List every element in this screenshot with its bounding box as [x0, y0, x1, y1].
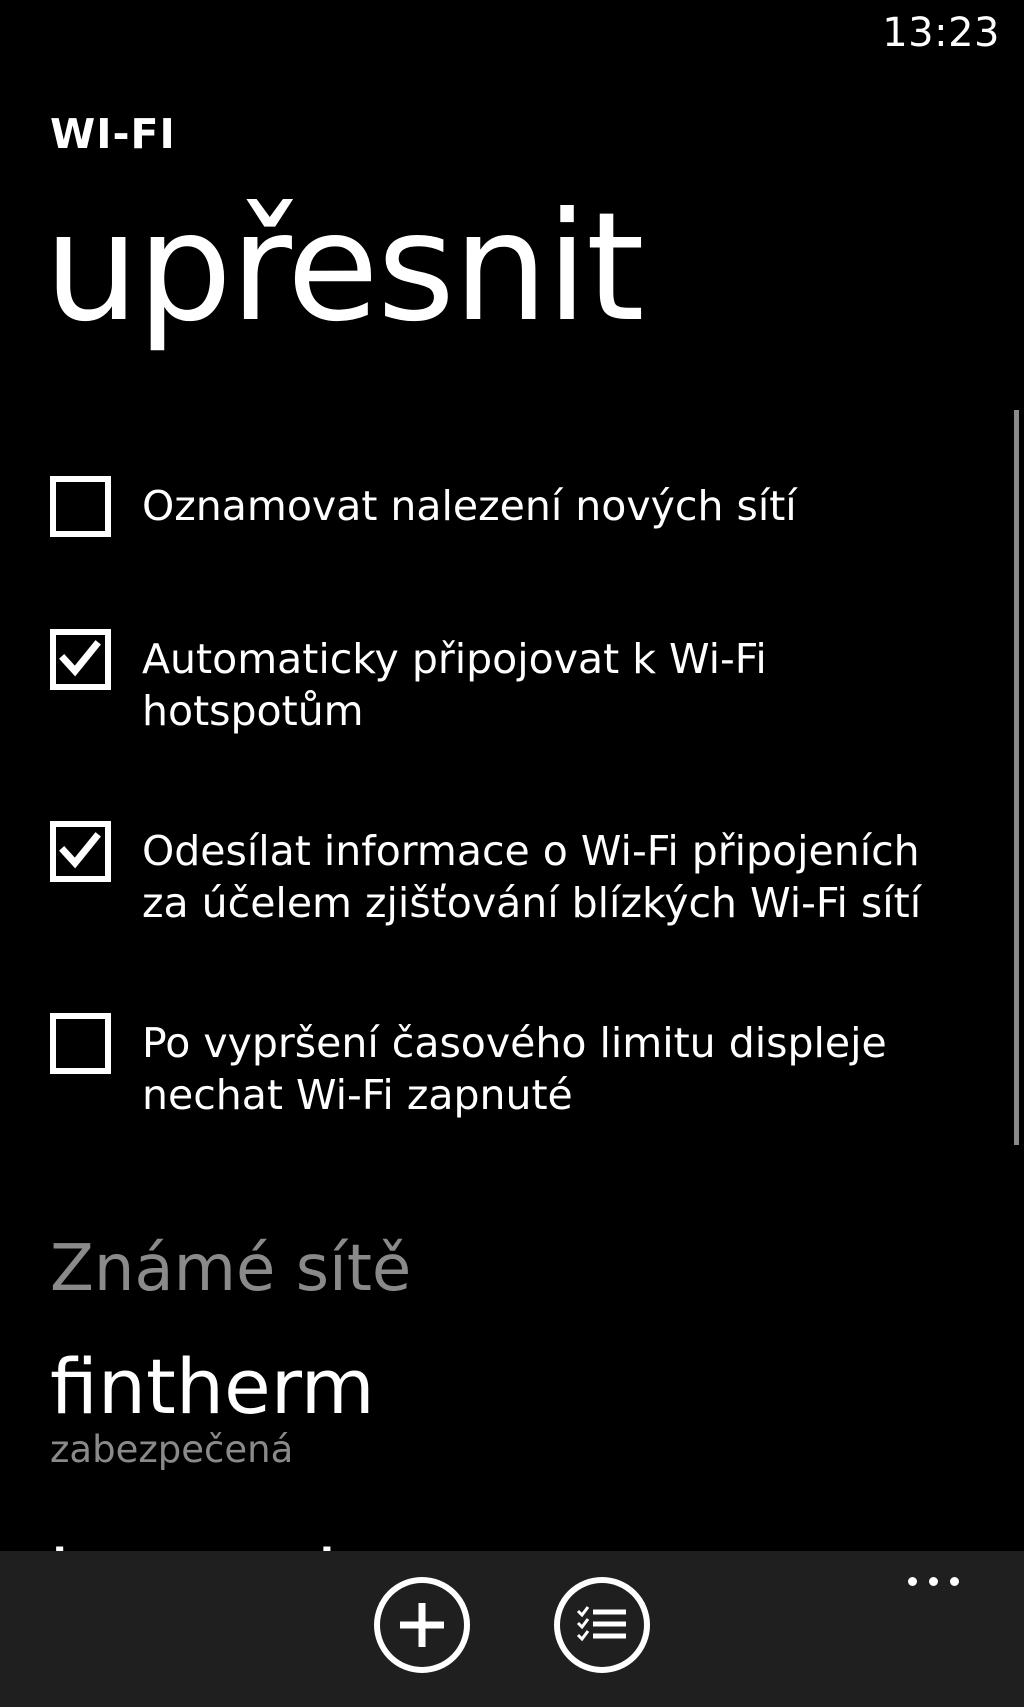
checkmark-icon: [59, 832, 101, 869]
option-label: Automaticky připojovat k Wi-Fi hotspotům: [142, 635, 767, 735]
app-title: WI-FI: [50, 110, 176, 158]
option-label: Oznamovat nalezení nových sítí: [142, 482, 797, 530]
checkbox-send-wifi-info[interactable]: [50, 821, 111, 882]
network-item-fintherm[interactable]: fintherm zabezpečená: [50, 1342, 375, 1471]
option-auto-connect-hotspots[interactable]: Automaticky připojovat k Wi-Fi hotspotům: [50, 629, 970, 737]
add-button[interactable]: [374, 1577, 470, 1673]
option-send-wifi-info[interactable]: Odesílat informace o Wi-Fi připojeních z…: [50, 821, 970, 929]
ellipsis-icon[interactable]: [908, 1577, 968, 1589]
add-icon: [400, 1603, 444, 1647]
network-security-status: zabezpečená: [50, 1428, 294, 1471]
checkbox-keep-wifi-on[interactable]: [50, 1013, 111, 1074]
app-bar: [0, 1551, 1024, 1707]
scroll-indicator[interactable]: [1014, 410, 1019, 1145]
option-notify-new-networks[interactable]: Oznamovat nalezení nových sítí: [50, 476, 970, 537]
select-list-button[interactable]: [554, 1577, 650, 1673]
option-keep-wifi-on[interactable]: Po vypršení časového limitu displeje nec…: [50, 1013, 970, 1121]
option-label: Po vypršení časového limitu displeje nec…: [142, 1019, 887, 1119]
page-title: upřesnit: [44, 181, 645, 355]
select-list-icon: [576, 1606, 626, 1642]
known-networks-title: Známé sítě: [50, 1232, 412, 1306]
network-name: fintherm: [50, 1342, 375, 1431]
option-label: Odesílat informace o Wi-Fi připojeních z…: [142, 827, 922, 927]
checkbox-auto-connect-hotspots[interactable]: [50, 629, 111, 690]
status-bar-time: 13:23: [882, 10, 1000, 56]
checkbox-notify-new-networks[interactable]: [50, 476, 111, 537]
checkmark-icon: [59, 640, 101, 677]
